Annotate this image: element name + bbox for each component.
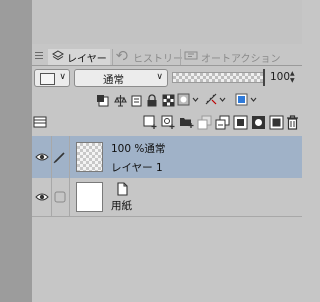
blend-opacity-row: ∨ 通常 ∨ 100 ▲ ▼	[32, 68, 302, 88]
opacity-slider-handle[interactable]	[263, 69, 265, 86]
ruler-range-icon[interactable]	[204, 92, 226, 108]
layer-color-swatch	[40, 73, 55, 85]
layer-row-paper[interactable]: 用紙	[32, 178, 302, 216]
tab-auto-action[interactable]: オートアクション	[184, 49, 296, 65]
layer-row-layer-1[interactable]: 100 %通常 レイヤー 1	[32, 136, 302, 178]
tab-divider	[180, 49, 181, 65]
layer-thumbnail[interactable]	[76, 182, 103, 212]
panel-top-strip	[32, 0, 302, 44]
canvas-area	[0, 0, 32, 302]
opacity-value[interactable]: 100	[270, 71, 290, 83]
chevron-down-icon: ∨	[156, 72, 163, 82]
tab-divider	[112, 49, 113, 65]
tab-label: レイヤー	[67, 53, 107, 65]
panel-tab-row: レイヤー ヒストリー オートアクション	[32, 49, 302, 66]
tab-underline	[32, 65, 302, 66]
tab-history[interactable]: ヒストリー	[116, 49, 183, 65]
create-layer-mask-icon[interactable]	[250, 114, 266, 130]
layer-command-row	[32, 112, 302, 132]
tab-layer[interactable]: レイヤー	[48, 49, 110, 65]
chevron-down-icon: ∨	[59, 72, 66, 82]
draft-layer-icon[interactable]	[128, 92, 144, 108]
blend-mode-value: 通常	[103, 74, 124, 86]
pen-icon[interactable]	[52, 149, 68, 165]
row-separator	[69, 136, 70, 178]
new-raster-layer-icon[interactable]	[142, 114, 158, 130]
auto-action-icon	[184, 50, 198, 64]
layers-icon	[52, 49, 64, 65]
layer-mode-label: 100 %通常	[111, 143, 166, 155]
layer-name[interactable]: レイヤー 1	[111, 160, 163, 175]
panel-grip-icon[interactable]	[35, 52, 43, 62]
clip-below-icon[interactable]	[94, 92, 110, 108]
eye-icon[interactable]	[34, 189, 50, 205]
reference-layer-icon[interactable]	[112, 92, 128, 108]
layer-property-row	[32, 90, 302, 110]
opacity-slider[interactable]	[172, 72, 264, 83]
layer-thumbnail[interactable]	[76, 142, 103, 172]
eye-icon[interactable]	[34, 149, 50, 165]
tab-label: ヒストリー	[133, 53, 183, 65]
new-folder-icon[interactable]	[178, 114, 194, 130]
layer-color-icon[interactable]	[235, 92, 257, 108]
row-separator	[69, 178, 70, 216]
layer-name[interactable]: 用紙	[111, 198, 132, 213]
layer-panel: レイヤー ヒストリー オートアクション ∨ 通常 ∨ 100 ▲ ▼ 100 %…	[32, 44, 302, 302]
mask-enable-icon[interactable]	[177, 92, 199, 108]
new-vector-layer-icon[interactable]	[160, 114, 176, 130]
layer-color-dropdown[interactable]: ∨	[34, 69, 70, 87]
copy-layer-icon[interactable]	[232, 114, 248, 130]
panel-menu-icon[interactable]	[32, 114, 48, 130]
history-icon	[116, 50, 130, 64]
transfer-to-lower-layer-icon[interactable]	[196, 114, 212, 130]
row-divider	[32, 216, 302, 217]
paper-icon	[114, 181, 130, 197]
apply-mask-icon[interactable]	[268, 114, 284, 130]
lock-transparent-icon[interactable]	[160, 92, 176, 108]
combine-to-layer-below-icon[interactable]	[214, 114, 230, 130]
trash-icon[interactable]	[284, 114, 300, 130]
checkbox-icon[interactable]	[52, 189, 68, 205]
tab-label: オートアクション	[201, 53, 281, 65]
lock-layer-icon[interactable]	[144, 92, 160, 108]
blend-mode-select[interactable]: 通常 ∨	[74, 69, 168, 87]
opacity-spinner[interactable]: ▲ ▼	[290, 70, 295, 84]
